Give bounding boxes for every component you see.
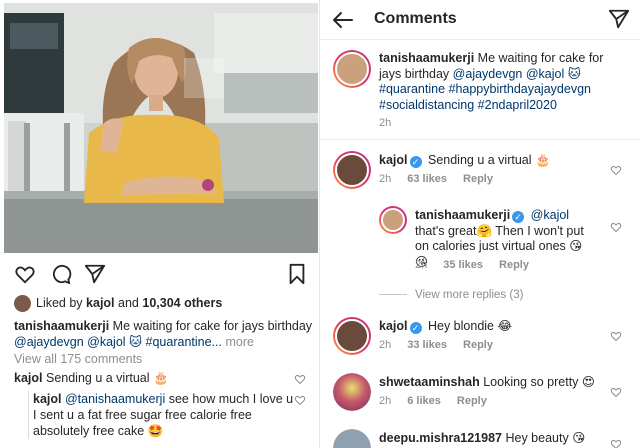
comment-time: 2h — [379, 339, 392, 351]
avatar[interactable] — [333, 50, 371, 88]
comment-text: Hey blondie 😂 — [427, 319, 513, 333]
likes-summary[interactable]: Liked by kajol and 10,304 others — [14, 294, 222, 312]
comment-username[interactable]: tanishaamukerji — [415, 208, 510, 222]
caption-username[interactable]: tanishaamukerji — [14, 319, 109, 333]
post-panel: Liked by kajol and 10,304 others tanisha… — [0, 0, 320, 448]
comment-likes[interactable]: 33 likes — [407, 339, 447, 351]
liker-avatar — [14, 294, 31, 312]
caption-meta: 2h — [379, 117, 407, 129]
comment-meta: 2h 33 likes Reply — [379, 339, 509, 351]
comment-time: 2h — [379, 395, 392, 407]
divider-line — [379, 294, 407, 296]
comment-text: Sending u a virtual 🎂 — [427, 153, 551, 167]
caption-time: 2h — [379, 117, 392, 129]
comment-username[interactable]: kajol — [14, 371, 43, 385]
comment-username[interactable]: kajol — [33, 392, 62, 406]
comment-username[interactable]: kajol — [379, 319, 408, 333]
comment-like-heart-icon[interactable] — [294, 393, 306, 406]
comment-meta: 2h 35 likes Reply — [415, 259, 545, 271]
comment-text: Sending u a virtual 🎂 — [45, 371, 169, 385]
reply-button[interactable]: Reply — [463, 173, 493, 185]
comment-like-heart-icon[interactable] — [610, 163, 622, 176]
comment-likes[interactable]: 35 likes — [443, 259, 483, 271]
comment-like-heart-icon[interactable] — [610, 329, 622, 342]
view-more-label: View more replies (3) — [415, 289, 524, 301]
caption-text: Me waiting for cake for jays birthday — [112, 319, 313, 333]
avatar[interactable] — [333, 429, 371, 448]
reply-button[interactable]: Reply — [499, 259, 529, 271]
verified-badge-icon: ✓ — [512, 211, 525, 223]
post-comment: kajol Sending u a virtual 🎂 — [14, 370, 306, 386]
caption-username[interactable]: tanishaamukerji — [379, 51, 474, 65]
comment-like-heart-icon[interactable] — [294, 372, 306, 385]
bookmark-icon[interactable] — [286, 263, 308, 285]
share-icon[interactable] — [84, 263, 106, 285]
comments-panel: Comments tanishaamukerji Me waiting for … — [321, 0, 640, 448]
comment-text: Looking so pretty 😍 — [483, 375, 595, 389]
reply-button[interactable]: Reply — [463, 339, 493, 351]
post-caption: tanishaamukerji Me waiting for cake for … — [14, 318, 314, 350]
post-actions — [14, 263, 310, 285]
comment-meta: 2h 63 likes Reply — [379, 173, 509, 185]
comment-like-heart-icon[interactable] — [610, 220, 622, 233]
avatar[interactable] — [333, 317, 371, 355]
heart-icon[interactable] — [14, 263, 36, 285]
comment-mention[interactable]: @kajol — [531, 208, 569, 222]
comment-username[interactable]: deepu.mishra121987 — [379, 431, 502, 445]
comment-mention[interactable]: @tanishaamukerji — [65, 392, 165, 406]
comment: kajol ✓ Hey blondie 😂 — [379, 319, 609, 335]
reply-button[interactable]: Reply — [457, 395, 487, 407]
post-photo[interactable] — [4, 3, 318, 253]
back-arrow-icon[interactable] — [331, 8, 355, 32]
likes-prefix: Liked by — [36, 296, 83, 310]
avatar[interactable] — [379, 206, 407, 234]
page-title: Comments — [374, 10, 457, 27]
post-photo-illustration — [4, 3, 318, 253]
view-more-replies-link[interactable]: View more replies (3) — [379, 289, 523, 301]
comment-username[interactable]: kajol — [379, 153, 408, 167]
comment-like-heart-icon[interactable] — [610, 385, 622, 398]
comment-username[interactable]: shwetaaminshah — [379, 375, 480, 389]
view-all-comments-link[interactable]: View all 175 comments — [14, 352, 142, 366]
comment-text: Hey beauty 😘 — [505, 431, 586, 445]
comment-icon[interactable] — [50, 263, 72, 285]
likes-count[interactable]: 10,304 others — [142, 296, 222, 310]
comment-time: 2h — [415, 259, 428, 271]
verified-badge-icon: ✓ — [409, 156, 422, 168]
avatar[interactable] — [333, 151, 371, 189]
send-icon[interactable] — [608, 8, 630, 30]
comment-like-heart-icon[interactable] — [610, 437, 622, 448]
comment: deepu.mishra121987 Hey beauty 😘 — [379, 431, 609, 447]
comments-header: Comments — [321, 0, 640, 40]
comment: kajol ✓ Sending u a virtual 🎂 — [379, 153, 609, 169]
caption-block: tanishaamukerji Me waiting for cake for … — [321, 40, 640, 140]
verified-badge-icon: ✓ — [409, 322, 422, 334]
post-comment-reply: kajol @tanishaamukerji see how much I lo… — [28, 391, 298, 439]
likes-and: and — [118, 296, 139, 310]
avatar[interactable] — [333, 373, 371, 411]
caption-more-link[interactable]: more — [225, 335, 253, 349]
comment-time: 2h — [379, 173, 392, 185]
caption-tags[interactable]: @ajaydevgn @kajol 🐱 #quarantine... — [14, 335, 222, 349]
comment-likes[interactable]: 63 likes — [407, 173, 447, 185]
comment-meta: 2h 6 likes Reply — [379, 395, 503, 407]
caption-body: tanishaamukerji Me waiting for cake for … — [379, 51, 629, 113]
comment: shwetaaminshah Looking so pretty 😍 — [379, 375, 609, 391]
comment-likes[interactable]: 6 likes — [407, 395, 441, 407]
liker-name[interactable]: kajol — [86, 296, 115, 310]
